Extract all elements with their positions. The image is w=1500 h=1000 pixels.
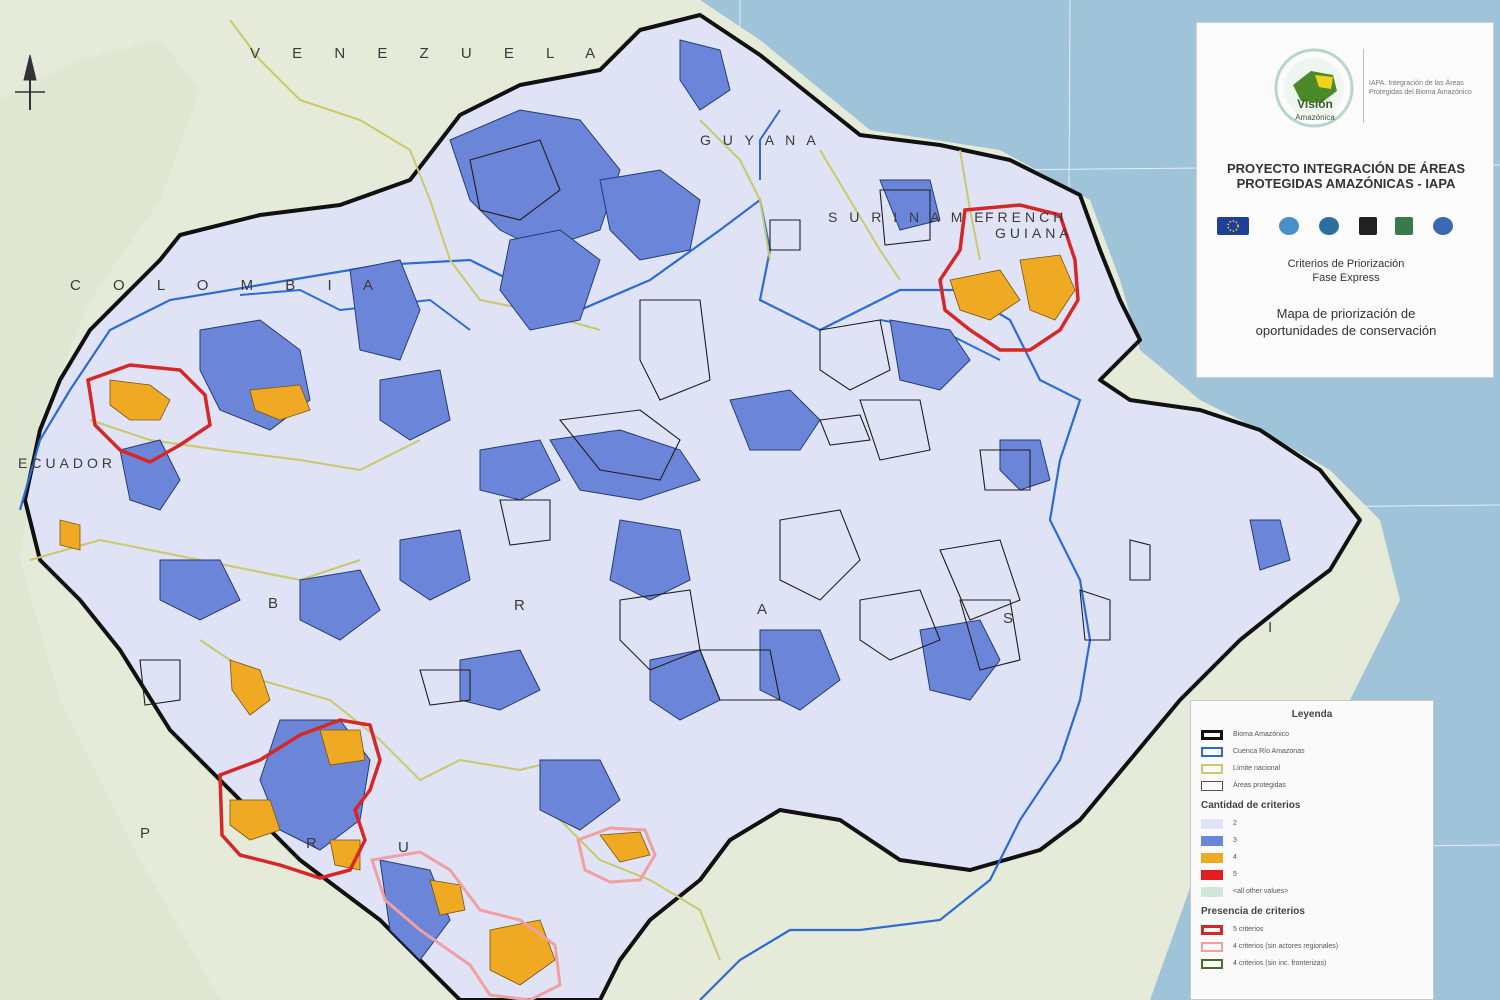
title-panel: Visión Amazónica IAPA. Integración de la… bbox=[1196, 22, 1494, 378]
label-venezuela: V E N E Z U E L A bbox=[250, 45, 609, 62]
uicn-icon bbox=[1319, 217, 1339, 235]
legend-label: <all other values> bbox=[1233, 888, 1289, 895]
label-guyana: G U Y A N A bbox=[700, 132, 820, 148]
partner-logos bbox=[1211, 213, 1481, 243]
legend-swatch-criteria-4 bbox=[1201, 852, 1223, 863]
criteria-title: Criterios de Priorización Fase Express bbox=[1203, 257, 1489, 285]
label-peru-r: R bbox=[306, 835, 331, 852]
legend-swatch-criteria-3 bbox=[1201, 835, 1223, 846]
legend-row-presence-4-border: 4 criterios (sin inc. fronterizas) bbox=[1201, 955, 1423, 972]
logo-subtext: Amazónica bbox=[1295, 113, 1335, 122]
legend-label: 4 criterios (sin actores regionales) bbox=[1233, 943, 1339, 950]
legend-swatch-presence-4-border bbox=[1201, 958, 1223, 969]
label-suriname: S U R I N A M E bbox=[828, 209, 988, 225]
legend-label: Bioma Amazónico bbox=[1233, 731, 1290, 738]
eu-flag-icon bbox=[1217, 217, 1249, 235]
legend-label: Cuenca Río Amazonas bbox=[1233, 748, 1305, 755]
legend-row-criteria-4: 4 bbox=[1201, 849, 1423, 866]
legend-presence-heading: Presencia de criterios bbox=[1201, 906, 1305, 917]
legend-swatch-criteria-5 bbox=[1201, 869, 1223, 880]
legend-swatch-presence-5 bbox=[1201, 924, 1223, 935]
label-brazil-i: I bbox=[1268, 619, 1286, 636]
legend-row-other-values: <all other values> bbox=[1201, 883, 1423, 900]
label-brazil-s: S bbox=[1003, 610, 1027, 627]
legend-swatch-criteria-2 bbox=[1201, 818, 1223, 829]
label-french-guiana-2: GUIANA bbox=[995, 225, 1073, 241]
project-side-note: IAPA. Integración de las Áreas Protegida… bbox=[1369, 80, 1472, 96]
legend-label: 4 bbox=[1233, 854, 1237, 861]
redparques-icon bbox=[1395, 217, 1413, 235]
criteria-title-line-2: Fase Express bbox=[1312, 272, 1380, 284]
legend-label: Áreas protegidas bbox=[1233, 782, 1286, 789]
legend-row-national-limit: Límite nacional bbox=[1201, 760, 1423, 777]
legend-swatch-basin bbox=[1201, 746, 1223, 757]
logo-text: Visión bbox=[1297, 97, 1333, 111]
un-icon bbox=[1279, 217, 1299, 235]
legend-label: 3 bbox=[1233, 837, 1237, 844]
legend-label: Límite nacional bbox=[1233, 765, 1281, 772]
legend-swatch-protected-areas bbox=[1201, 780, 1223, 791]
legend-row-criteria-3: 3 bbox=[1201, 832, 1423, 849]
legend-row-presence-4-regional: 4 criterios (sin actores regionales) bbox=[1201, 938, 1423, 955]
label-brazil-a: A bbox=[757, 601, 781, 618]
map-title-line-2: oportunidades de conservación bbox=[1255, 323, 1437, 338]
legend-label: 4 criterios (sin inc. fronterizas) bbox=[1233, 960, 1327, 967]
legend-row-presence-5: 5 criterios bbox=[1201, 921, 1423, 938]
legend-label: 5 criterios bbox=[1233, 926, 1264, 933]
legend-row-criteria-2: 2 bbox=[1201, 815, 1423, 832]
legend-swatch-national-limit bbox=[1201, 763, 1223, 774]
legend-row-basin: Cuenca Río Amazonas bbox=[1201, 743, 1423, 760]
legend-swatch-biome bbox=[1201, 729, 1223, 740]
label-peru-p: P bbox=[140, 825, 164, 842]
wwf-icon bbox=[1359, 217, 1377, 235]
legend-label: 5 bbox=[1233, 871, 1237, 878]
map-title: Mapa de priorización de oportunidades de… bbox=[1203, 305, 1489, 339]
legend-title: Leyenda bbox=[1291, 709, 1333, 720]
fao-icon bbox=[1433, 217, 1453, 235]
label-brazil-b: B bbox=[268, 595, 292, 612]
legend-row-protected-areas: Áreas protegidas bbox=[1201, 777, 1423, 794]
logo-divider bbox=[1363, 49, 1364, 123]
legend-swatch-presence-4-regional bbox=[1201, 941, 1223, 952]
label-brazil-r: R bbox=[514, 597, 539, 614]
map-title-line-1: Mapa de priorización de bbox=[1276, 306, 1416, 321]
label-colombia: C O L O M B I A bbox=[70, 277, 387, 294]
criteria-title-line-1: Criterios de Priorización bbox=[1287, 258, 1405, 270]
label-french-guiana-1: FRENCH bbox=[985, 209, 1067, 225]
legend: Leyenda Bioma Amazónico Cuenca Río Amazo… bbox=[1190, 700, 1434, 1000]
legend-label: 2 bbox=[1233, 820, 1237, 827]
legend-row-criteria-5: 5 bbox=[1201, 866, 1423, 883]
legend-row-biome: Bioma Amazónico bbox=[1201, 726, 1423, 743]
legend-criteria-heading: Cantidad de criterios bbox=[1201, 800, 1301, 811]
label-peru-u: U bbox=[398, 839, 423, 856]
legend-swatch-other-values bbox=[1201, 886, 1223, 897]
label-ecuador: ECUADOR bbox=[18, 455, 116, 471]
project-title: PROYECTO INTEGRACIÓN DE ÁREAS PROTEGIDAS… bbox=[1226, 161, 1466, 191]
